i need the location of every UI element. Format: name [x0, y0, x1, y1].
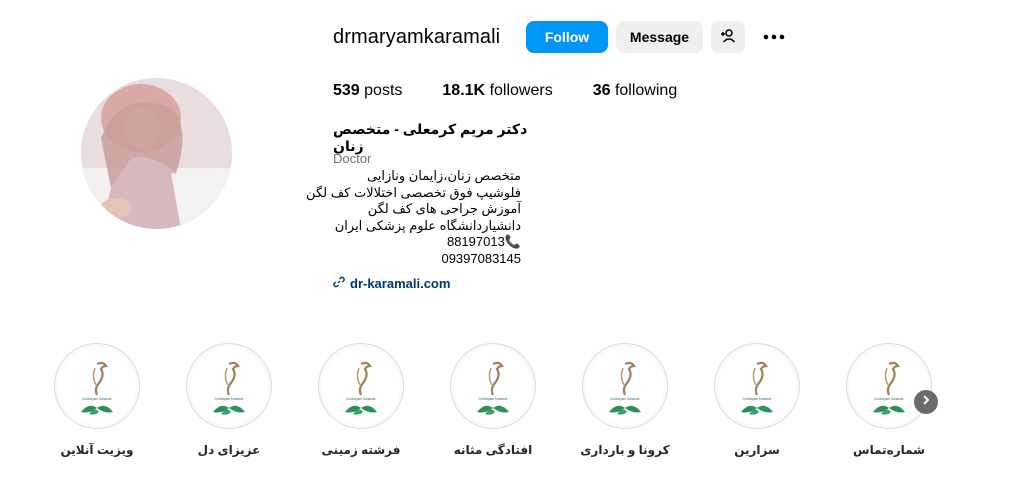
suggested-users-button[interactable] [711, 21, 745, 53]
svg-text:Dr.Maryam Karamali: Dr.Maryam Karamali [610, 397, 639, 401]
svg-text:Dr.Maryam Karamali: Dr.Maryam Karamali [214, 397, 243, 401]
highlight-logo-icon: Dr.Maryam Karamali [322, 347, 400, 425]
profile-avatar[interactable] [81, 78, 232, 229]
bio-phone-line: 88197013📞 [446, 234, 521, 249]
highlight-item[interactable]: Dr.Maryam Karamali فرشته زمینی [306, 343, 416, 457]
highlight-cover: Dr.Maryam Karamali [318, 343, 404, 429]
highlight-logo-icon: Dr.Maryam Karamali [190, 347, 268, 425]
highlight-item[interactable]: Dr.Maryam Karamali کرونا و بارداری [570, 343, 680, 457]
bio-line: آموزش جراحی های کف لگن [367, 201, 521, 216]
svg-text:Dr.Maryam Karamali: Dr.Maryam Karamali [478, 397, 507, 401]
website-link-text: dr-karamali.com [350, 276, 451, 291]
highlight-item[interactable]: Dr.Maryam Karamali افتادگی مثانه [438, 343, 548, 457]
highlight-label: ویزیت آنلاین [60, 443, 134, 457]
highlight-logo-icon: Dr.Maryam Karamali [586, 347, 664, 425]
highlight-label: سزارین [734, 443, 780, 457]
highlight-item[interactable]: Dr.Maryam Karamali ویزیت آنلاین [42, 343, 152, 457]
svg-text:Dr.Maryam Karamali: Dr.Maryam Karamali [742, 397, 771, 401]
highlight-item[interactable]: Dr.Maryam Karamali سزارین [702, 343, 812, 457]
bio-line: متخصص زنان،زایمان ونازایی [366, 168, 521, 183]
svg-text:Dr.Maryam Karamali: Dr.Maryam Karamali [82, 397, 111, 401]
highlight-label: عزیزای دل [197, 443, 261, 457]
highlight-cover: Dr.Maryam Karamali [582, 343, 668, 429]
website-link[interactable]: dr-karamali.com [333, 276, 450, 291]
svg-text:Dr.Maryam Karamali: Dr.Maryam Karamali [346, 397, 375, 401]
more-icon [762, 28, 786, 46]
bio-mobile-line: 09397083145 [441, 250, 521, 266]
followers-stat[interactable]: 18.1K followers [442, 82, 552, 100]
highlight-label: فرشته زمینی [321, 443, 401, 457]
highlight-cover: Dr.Maryam Karamali [846, 343, 932, 429]
highlight-item[interactable]: Dr.Maryam Karamali عزیزای دل [174, 343, 284, 457]
highlight-logo-icon: Dr.Maryam Karamali [718, 347, 796, 425]
highlight-label: کرونا و بارداری [580, 443, 670, 457]
highlight-label: شماره‌تماس [853, 443, 925, 457]
add-user-icon [720, 28, 736, 47]
bio-line: دانشیاردانشگاه علوم پزشکی ایران [334, 217, 521, 233]
following-stat[interactable]: 36 following [593, 82, 678, 100]
highlight-cover: Dr.Maryam Karamali [450, 343, 536, 429]
profile-stats: 539 posts 18.1K followers 36 following [333, 82, 717, 100]
full-name: دکتر مریم کرمعلی - متخصص زنان [333, 121, 528, 154]
bio-line: فلوشیپ فوق تخصصی اختلالات کف لگن [306, 184, 521, 200]
follow-button[interactable]: Follow [526, 21, 608, 53]
category-label: Doctor [333, 151, 372, 166]
highlight-logo-icon: Dr.Maryam Karamali [850, 347, 928, 425]
highlight-label: افتادگی مثانه [453, 443, 533, 457]
more-options-button[interactable] [757, 21, 791, 53]
posts-stat: 539 posts [333, 82, 403, 99]
link-icon [333, 276, 345, 291]
highlight-logo-icon: Dr.Maryam Karamali [58, 347, 136, 425]
svg-text:Dr.Maryam Karamali: Dr.Maryam Karamali [874, 397, 903, 401]
chevron-right-icon [921, 393, 931, 411]
next-highlights-button[interactable] [914, 390, 938, 414]
bio: متخصص زنان،زایمان ونازایی فلوشیپ فوق تخص… [306, 168, 521, 267]
highlight-cover: Dr.Maryam Karamali [714, 343, 800, 429]
message-button[interactable]: Message [616, 21, 703, 53]
highlight-cover: Dr.Maryam Karamali [54, 343, 140, 429]
username: drmaryamkaramali [333, 26, 501, 48]
highlight-logo-icon: Dr.Maryam Karamali [454, 347, 532, 425]
highlight-cover: Dr.Maryam Karamali [186, 343, 272, 429]
